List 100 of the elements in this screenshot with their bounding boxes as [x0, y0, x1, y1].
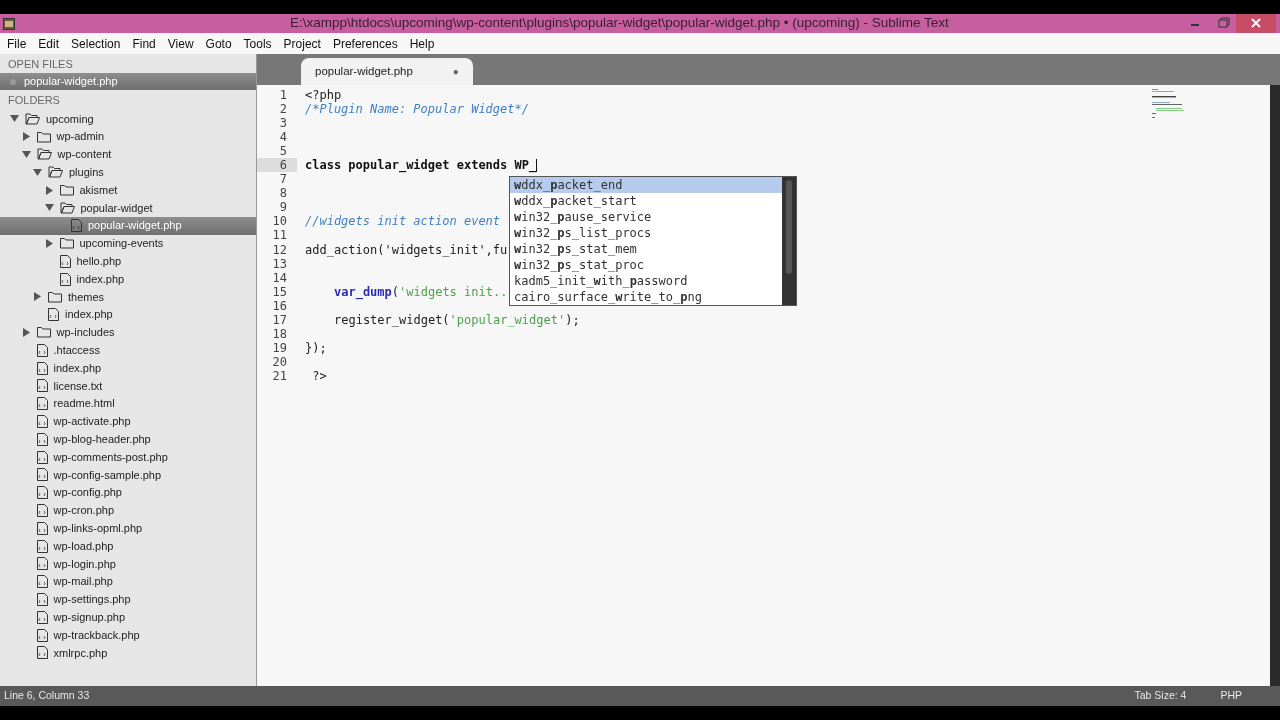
- tree-item[interactable]: popular-widget: [0, 199, 256, 217]
- item-label: index.php: [53, 360, 102, 376]
- code-text: ?>: [311, 368, 327, 383]
- tree-item[interactable]: wp-content: [0, 145, 256, 164]
- tree-item[interactable]: wp-mail.php: [0, 572, 256, 591]
- window-title: E:\xampp\htdocs\upcoming\wp-content\plugins\popular-widget\popular-widget.php • (upcoming) - Sublime Text: [290, 14, 949, 33]
- tree-item[interactable]: wp-admin: [0, 127, 256, 146]
- line-number: 3: [278, 116, 288, 131]
- item-label: wp-settings.php: [53, 592, 131, 608]
- collapsed-arrow-icon[interactable]: [21, 327, 31, 337]
- menu-item[interactable]: Edit: [32, 34, 66, 53]
- tree-item[interactable]: wp-config.php: [0, 483, 256, 502]
- file-icon: [36, 361, 48, 375]
- menu-item[interactable]: Goto: [199, 34, 238, 53]
- tree-item[interactable]: plugins: [0, 163, 256, 182]
- item-label: wp-activate.php: [53, 414, 131, 430]
- tree-item[interactable]: upcoming: [0, 110, 256, 128]
- line-number: 16: [271, 298, 288, 313]
- open-file-item[interactable]: popular-widget.php: [0, 73, 256, 90]
- item-label: index.php: [65, 307, 113, 323]
- tree-item[interactable]: wp-links-opml.php: [0, 519, 256, 538]
- section-heading: FOLDERS: [7, 93, 61, 109]
- completion-item[interactable]: wddx_packet_start: [510, 193, 782, 210]
- open-folder-icon: [36, 148, 52, 161]
- item-label: wp-load.php: [53, 538, 114, 554]
- collapsed-arrow-icon[interactable]: [44, 238, 54, 248]
- tree-item[interactable]: wp-includes: [0, 323, 256, 342]
- tree-item[interactable]: wp-cron.php: [0, 501, 256, 520]
- tree-item[interactable]: wp-settings.php: [0, 590, 256, 609]
- tree-item[interactable]: themes: [0, 287, 256, 306]
- tree-item[interactable]: wp-comments-post.php: [0, 448, 256, 466]
- tree-item[interactable]: index.php: [0, 270, 256, 288]
- tree-item[interactable]: readme.html: [0, 394, 256, 413]
- menu-item[interactable]: Selection: [65, 34, 127, 53]
- line-number: 6: [257, 158, 297, 173]
- line-number: 8: [278, 186, 288, 201]
- collapsed-arrow-icon[interactable]: [33, 292, 42, 302]
- item-label: wp-trackback.php: [53, 627, 140, 643]
- tree-item[interactable]: wp-config-sample.php: [0, 465, 256, 484]
- menu-item[interactable]: Find: [126, 34, 162, 53]
- line-number: 7: [278, 172, 288, 187]
- tab-size-indicator[interactable]: Tab Size: 4: [1134, 688, 1221, 704]
- menu-item[interactable]: Help: [403, 34, 441, 53]
- item-label: readme.html: [53, 396, 115, 412]
- tree-item[interactable]: index.php: [0, 359, 256, 377]
- tree-item[interactable]: akismet: [0, 181, 256, 199]
- tree-item[interactable]: wp-login.php: [0, 554, 256, 573]
- menu-item[interactable]: Tools: [237, 34, 278, 53]
- expanded-arrow-icon[interactable]: [44, 203, 54, 213]
- file-icon: [36, 646, 48, 660]
- tree-item[interactable]: hello.php: [0, 252, 256, 271]
- tree-item[interactable]: wp-trackback.php: [0, 626, 256, 644]
- line-number: 12: [271, 242, 288, 257]
- item-label: wp-admin: [56, 129, 105, 145]
- code-text: /*Plugin Name: Popular Widget*/: [305, 102, 529, 117]
- file-icon: [36, 468, 48, 482]
- tree-item[interactable]: xmlrpc.php: [0, 643, 256, 662]
- expanded-arrow-icon[interactable]: [10, 114, 19, 124]
- syntax-indicator[interactable]: PHP: [1220, 688, 1280, 704]
- file-icon: [71, 219, 82, 233]
- tree-item[interactable]: upcoming-events: [0, 234, 256, 253]
- tree-item[interactable]: wp-activate.php: [0, 412, 256, 431]
- collapsed-arrow-icon[interactable]: [44, 185, 54, 195]
- menu-item[interactable]: Project: [277, 34, 327, 53]
- tree-item[interactable]: popular-widget.php: [0, 216, 256, 235]
- item-label: popular-widget.php: [24, 74, 118, 90]
- item-label: wp-blog-header.php: [53, 432, 151, 447]
- menu-item[interactable]: View: [161, 34, 200, 53]
- code-text: 'popular_widget': [449, 312, 566, 327]
- file-icon: [59, 272, 71, 286]
- line-number: 15: [271, 284, 288, 299]
- completion-item[interactable]: win32_ps_stat_proc: [510, 257, 782, 274]
- item-label: wp-comments-post.php: [53, 449, 168, 465]
- dot-icon: [10, 78, 16, 85]
- menu-item[interactable]: Preferences: [326, 34, 404, 53]
- line-number: 17: [271, 312, 288, 327]
- line-number: 13: [271, 256, 288, 271]
- completion-item[interactable]: kadm5_init_with_password: [510, 273, 782, 290]
- completion-item[interactable]: win32_ps_stat_mem: [510, 241, 782, 258]
- folder-icon: [36, 130, 51, 143]
- completion-item[interactable]: win32_ps_list_procs: [510, 225, 782, 242]
- collapsed-arrow-icon[interactable]: [21, 132, 31, 142]
- completion-item[interactable]: cairo_surface_write_to_png: [510, 289, 782, 306]
- file-icon: [59, 254, 71, 268]
- tree-item[interactable]: .htaccess: [0, 341, 256, 360]
- menu-item[interactable]: File: [1, 34, 33, 53]
- completion-item[interactable]: win32_pause_service: [510, 209, 782, 226]
- editor-tab[interactable]: popular-widget.php ●: [301, 58, 473, 85]
- tree-item[interactable]: wp-blog-header.php: [0, 430, 256, 449]
- tree-item[interactable]: wp-load.php: [0, 537, 256, 555]
- tree-item[interactable]: wp-signup.php: [0, 608, 256, 627]
- item-label: wp-mail.php: [53, 574, 113, 590]
- close-icon[interactable]: [1236, 14, 1276, 33]
- modified-dot: ●: [452, 65, 459, 79]
- tree-item[interactable]: index.php: [0, 305, 256, 324]
- completion-item[interactable]: wddx_packet_end: [510, 177, 782, 194]
- code-text: //widgets init action event: [305, 214, 501, 229]
- tree-item[interactable]: license.txt: [0, 376, 256, 395]
- item-label: wp-config-sample.php: [53, 467, 162, 483]
- item-label: index.php: [76, 271, 125, 287]
